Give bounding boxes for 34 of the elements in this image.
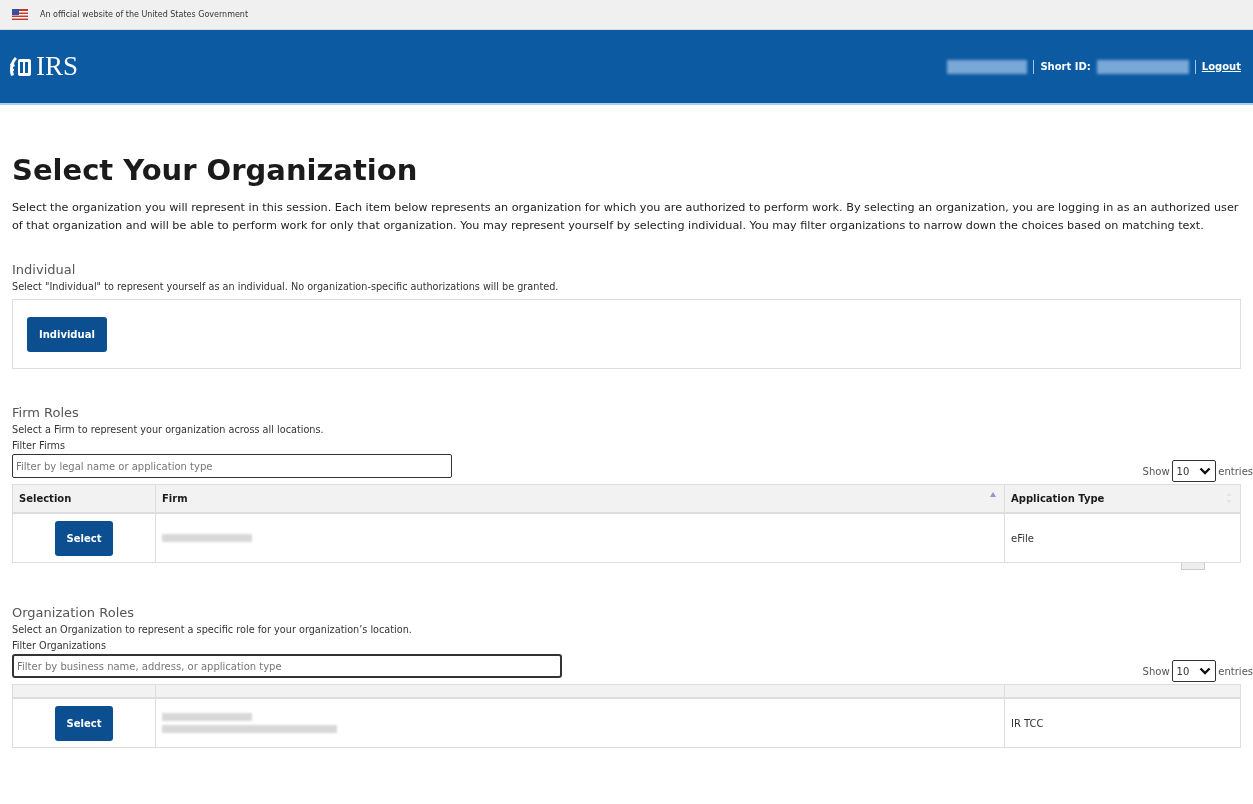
section-description: Select "Individual" to represent yourself as an individual. No organization-specific authorizations will be granted. — [12, 280, 560, 294]
table-cell: eFile — [1004, 513, 1241, 563]
scroll-handle[interactable] — [1181, 563, 1205, 570]
section-description: Select an Organization to represent a specific role for your organization’s location. — [12, 623, 413, 637]
filter-field[interactable]: Filter by business name, address, or application type — [12, 654, 562, 678]
section-heading: Firm Roles — [12, 404, 80, 422]
filter-label: Filter Organizations — [12, 639, 108, 653]
page-size-select[interactable]: 10 — [1171, 460, 1217, 482]
flag-icon — [12, 9, 28, 20]
show-label: Show — [1142, 665, 1170, 677]
column-header[interactable]: Selection — [12, 484, 156, 513]
logout-link[interactable]: Logout — [1201, 61, 1241, 72]
logo-text[interactable]: IRS — [36, 51, 79, 82]
section-description: Select a Firm to represent your organization across all locations. — [12, 423, 325, 437]
banner-text: An official website of the United States Government — [40, 10, 249, 19]
intro-text: Select the organization you will represent in this session. Each item below represents an organization for which you are authorized to perform work. By selecting an organization, you are logging in as an authorized user of that organization and will be able to perform work for only that organization. You may represent yourself by selecting individual. You may filter organizations to narrow down the choices based on matching text. — [12, 200, 1240, 234]
individual-button[interactable]: Individual — [27, 316, 107, 352]
select-button[interactable]: Select — [54, 520, 114, 556]
table-cell: IR TCC — [1004, 698, 1241, 748]
column-header[interactable]: Firm — [155, 484, 1005, 513]
select-button[interactable]: Select — [54, 705, 114, 741]
section-heading: Individual — [12, 261, 77, 279]
page-size-select[interactable]: 10 — [1171, 660, 1217, 682]
show-label: Show — [1142, 465, 1170, 477]
column-header[interactable]: Application Type — [1004, 484, 1241, 513]
filter-label: Filter Firms — [12, 439, 66, 453]
entries-label: entries — [1218, 665, 1253, 677]
filter-field[interactable]: Filter by legal name or application type — [12, 454, 452, 478]
page-title: Select Your Organization — [12, 153, 419, 187]
section-heading: Organization Roles — [12, 604, 136, 622]
chevron-down-icon — [1199, 467, 1212, 475]
short-id-label: Short ID: — [1040, 61, 1091, 72]
chevron-down-icon — [1199, 667, 1212, 675]
entries-label: entries — [1218, 465, 1253, 477]
